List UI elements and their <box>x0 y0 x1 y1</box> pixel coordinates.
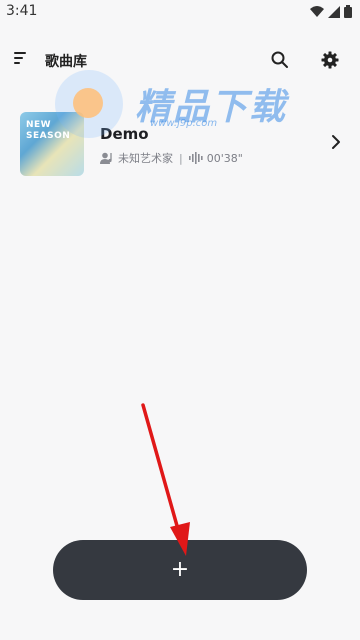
cover-text: NEW SEASON <box>26 120 71 141</box>
track-meta: 未知艺术家 | 00'38" <box>100 150 243 166</box>
signal-icon <box>328 5 340 18</box>
status-bar: 3:41 <box>0 0 360 26</box>
battery-icon <box>344 5 352 18</box>
wifi-icon <box>310 5 324 17</box>
track-artist: 未知艺术家 <box>118 152 173 165</box>
chevron-right-icon[interactable] <box>328 134 344 150</box>
sort-icon-line-1 <box>14 52 26 54</box>
artist-icon <box>100 152 112 164</box>
sort-icon-line-3 <box>14 62 20 64</box>
track-row[interactable]: NEW SEASON Demo 未知艺术家 | 00'38" <box>0 107 360 183</box>
add-button[interactable]: + <box>53 540 307 600</box>
gear-icon[interactable] <box>320 50 340 70</box>
album-cover: NEW SEASON <box>20 112 84 176</box>
screen: 3:41 歌曲库 NEW SEASON Demo 未知艺术家 | 00'38" … <box>0 0 360 640</box>
search-icon[interactable] <box>270 50 290 70</box>
page-title: 歌曲库 <box>45 54 87 70</box>
status-time: 3:41 <box>6 3 38 19</box>
waveform-icon <box>188 152 203 164</box>
add-button-label: + <box>170 557 190 582</box>
app-bar: 歌曲库 <box>0 40 360 80</box>
track-title: Demo <box>100 125 149 143</box>
sort-menu-button[interactable] <box>14 52 34 68</box>
sort-icon-line-2 <box>14 57 23 59</box>
track-duration: 00'38" <box>206 151 243 165</box>
meta-separator: | <box>179 151 183 165</box>
status-icons <box>310 5 352 18</box>
